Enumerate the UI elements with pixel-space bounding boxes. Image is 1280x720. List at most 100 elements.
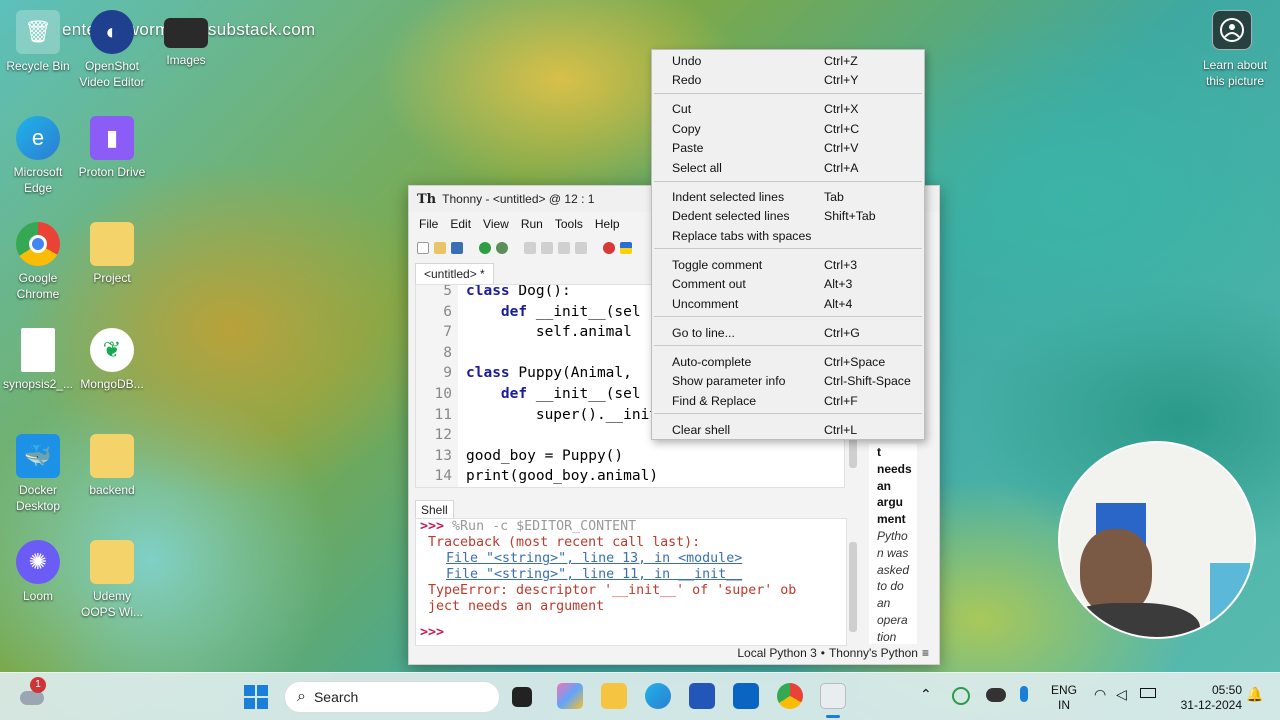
shell-panel[interactable]: >>> %Run -c $EDITOR_CONTENT Traceback (m… xyxy=(415,518,847,646)
menu-item-go-to-line[interactable]: Go to line... Ctrl+G xyxy=(652,323,924,343)
menu-item-paste[interactable]: Paste Ctrl+V xyxy=(652,139,924,159)
menu-item-parameter-info[interactable]: Show parameter info Ctrl-Shift-Space xyxy=(652,372,924,392)
menu-tools[interactable]: Tools xyxy=(549,217,589,231)
taskbar: 1 ⌕ Search ⌃ ENG IN ◠ ◁ 05:50 31-12-2024… xyxy=(0,672,1280,720)
menu-item-dedent[interactable]: Dedent selected lines Shift+Tab xyxy=(652,207,924,227)
desktop-icon-label: Images xyxy=(166,53,206,67)
menu-item-indent[interactable]: Indent selected lines Tab xyxy=(652,187,924,207)
support-ukraine-icon[interactable] xyxy=(620,242,632,254)
folder-icon xyxy=(90,434,134,478)
notification-bell-icon[interactable]: 🔔 xyxy=(1246,687,1263,702)
chrome-taskbar-icon[interactable] xyxy=(777,683,803,709)
active-app-indicator xyxy=(826,715,840,718)
menu-item-toggle-comment[interactable]: Toggle comment Ctrl+3 xyxy=(652,255,924,275)
wifi-icon[interactable]: ◠ xyxy=(1094,687,1106,702)
copilot-icon[interactable] xyxy=(557,683,583,709)
taskbar-search[interactable]: ⌕ Search xyxy=(284,681,500,713)
resume-icon[interactable] xyxy=(575,242,587,254)
editor-scrollbar[interactable] xyxy=(849,436,857,468)
battery-icon[interactable] xyxy=(1140,688,1156,698)
menu-item-undo[interactable]: Undo Ctrl+Z xyxy=(652,51,924,71)
store-icon[interactable] xyxy=(689,683,715,709)
tray-overflow-icon[interactable]: ⌃ xyxy=(920,687,932,702)
debug-icon[interactable] xyxy=(496,242,508,254)
volume-icon[interactable]: ◁ xyxy=(1116,687,1127,702)
menu-run[interactable]: Run xyxy=(515,217,549,231)
traceback-link[interactable]: File "<string>", line 11, in __init__ xyxy=(446,567,742,582)
weather-widget[interactable]: 1 xyxy=(18,677,46,711)
menu-item-cut[interactable]: Cut Ctrl+X xyxy=(652,100,924,120)
step-over-icon[interactable] xyxy=(524,242,536,254)
menu-item-copy[interactable]: Copy Ctrl+C xyxy=(652,119,924,139)
assistant-text: an xyxy=(877,478,892,493)
shell-scrollbar[interactable] xyxy=(849,542,857,632)
desktop-icon-project[interactable]: Project xyxy=(74,222,150,286)
clock[interactable]: 05:50 31-12-2024 xyxy=(1166,683,1242,713)
menu-help[interactable]: Help xyxy=(589,217,626,231)
menu-item-uncomment[interactable]: Uncomment Alt+4 xyxy=(652,294,924,314)
traceback-line: Traceback (most recent call last): xyxy=(428,535,701,550)
error-line: ject needs an argument xyxy=(428,599,605,614)
menu-item-auto-complete[interactable]: Auto-complete Ctrl+Space xyxy=(652,352,924,372)
menu-file[interactable]: File xyxy=(413,217,444,231)
desktop-icon-proton-drive[interactable]: ▮ Proton Drive xyxy=(74,116,150,180)
sync-icon[interactable] xyxy=(952,687,970,705)
desktop-icon-chrome[interactable]: Google Chrome xyxy=(0,222,76,302)
run-icon[interactable] xyxy=(479,242,491,254)
tab-untitled[interactable]: <untitled> * xyxy=(415,263,494,284)
notification-badge: 1 xyxy=(30,677,46,693)
start-button[interactable] xyxy=(244,685,268,709)
step-into-icon[interactable] xyxy=(541,242,553,254)
desktop-icon-synopsis[interactable]: synopsis2_... xyxy=(0,328,76,392)
open-file-icon[interactable] xyxy=(434,242,446,254)
menu-separator xyxy=(654,93,922,94)
desktop-icon-label: Docker Desktop xyxy=(15,483,61,513)
menu-separator xyxy=(654,413,922,414)
outlook-icon[interactable] xyxy=(733,683,759,709)
save-icon[interactable] xyxy=(451,242,463,254)
interpreter-name[interactable]: Thonny's Python xyxy=(829,646,918,660)
about-picture-label[interactable]: Learn about this picture xyxy=(1196,57,1274,89)
desktop-icon-backend[interactable]: backend xyxy=(74,434,150,498)
menu-item-comment-out[interactable]: Comment out Alt+3 xyxy=(652,275,924,295)
clock-date: 31-12-2024 xyxy=(1180,698,1242,712)
traceback-link[interactable]: File "<string>", line 13, in <module> xyxy=(446,551,742,566)
status-bar: Local Python 3 • Thonny's Python ≡ xyxy=(409,642,939,664)
status-separator: • xyxy=(820,646,825,660)
about-picture-icon[interactable] xyxy=(1212,10,1252,50)
shell-tab[interactable]: Shell xyxy=(415,500,454,519)
desktop-icon-images[interactable]: Images xyxy=(148,10,224,68)
desktop-icon-loom[interactable]: ✺ Loom xyxy=(0,540,76,604)
desktop-icon-edge[interactable]: e Microsoft Edge xyxy=(0,116,76,196)
task-view-icon[interactable] xyxy=(512,687,532,707)
region-code: IN xyxy=(1058,698,1070,712)
desktop-icon-label: Google Chrome xyxy=(16,271,60,301)
docker-icon: 🐳 xyxy=(16,434,60,478)
cloud-icon[interactable] xyxy=(986,688,1006,702)
menu-view[interactable]: View xyxy=(477,217,515,231)
edge-taskbar-icon[interactable] xyxy=(645,683,671,709)
thonny-taskbar-icon[interactable] xyxy=(820,683,846,709)
desktop-icon-recycle-bin[interactable]: 🗑 Recycle Bin xyxy=(0,10,76,74)
hamburger-menu-icon[interactable]: ≡ xyxy=(922,646,929,660)
microphone-icon[interactable] xyxy=(1020,686,1028,702)
interpreter-status[interactable]: Local Python 3 xyxy=(737,646,816,660)
desktop-icon-docker[interactable]: 🐳 Docker Desktop xyxy=(0,434,76,514)
menu-item-clear-shell[interactable]: Clear shell Ctrl+L xyxy=(652,420,924,440)
stop-icon[interactable] xyxy=(603,242,615,254)
step-out-icon[interactable] xyxy=(558,242,570,254)
desktop-icon-openshot[interactable]: ◐ OpenShot Video Editor xyxy=(74,10,150,90)
menu-item-redo[interactable]: Redo Ctrl+Y xyxy=(652,71,924,91)
menu-edit[interactable]: Edit xyxy=(444,217,477,231)
file-explorer-icon[interactable] xyxy=(601,683,627,709)
menu-item-find-replace[interactable]: Find & Replace Ctrl+F xyxy=(652,391,924,411)
menu-item-replace-tabs[interactable]: Replace tabs with spaces xyxy=(652,226,924,246)
language-code: ENG xyxy=(1050,683,1077,697)
desktop-icon-mongodb[interactable]: ❦ MongoDB... xyxy=(74,328,150,392)
desktop-icon-udemy[interactable]: Udemy OOPS Wi... xyxy=(74,540,150,620)
menu-separator xyxy=(654,181,922,182)
menu-item-select-all[interactable]: Select all Ctrl+A xyxy=(652,158,924,178)
language-indicator[interactable]: ENG IN xyxy=(1046,683,1082,713)
desktop-icon-label: Loom xyxy=(22,589,54,603)
new-file-icon[interactable] xyxy=(417,242,429,254)
